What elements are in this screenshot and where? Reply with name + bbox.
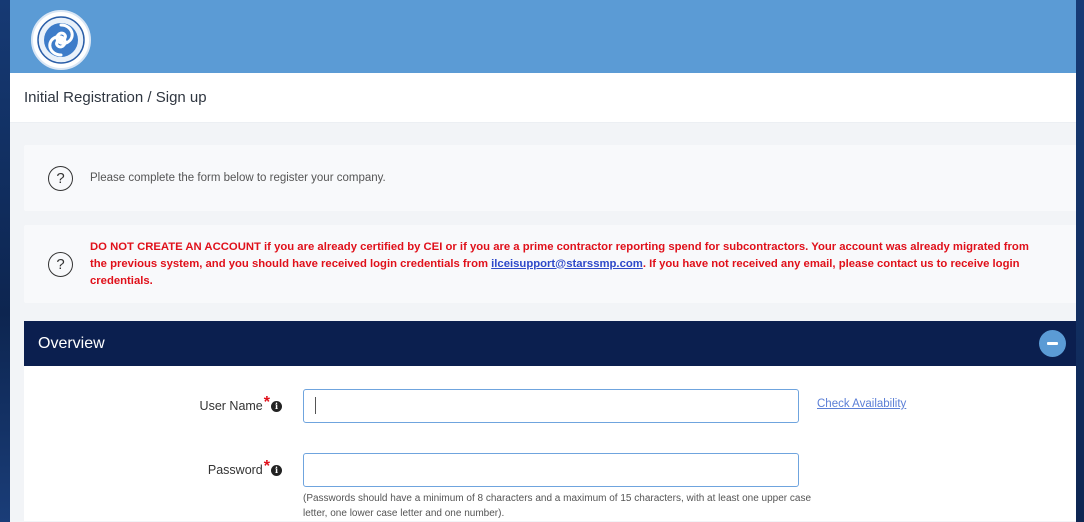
- username-label: User Name * i: [199, 394, 282, 413]
- background-right: [1076, 0, 1084, 522]
- password-hint: (Passwords should have a minimum of 8 ch…: [303, 493, 812, 519]
- info-icon[interactable]: i: [271, 464, 282, 476]
- background-left: [0, 0, 10, 522]
- state-seal-logo[interactable]: [31, 10, 91, 70]
- help-icon: ?: [48, 251, 73, 277]
- main-content: ? Please complete the form below to regi…: [10, 123, 1076, 522]
- password-label-text: Password: [207, 463, 263, 477]
- info-notice: ? Please complete the form below to regi…: [24, 145, 1076, 211]
- state-seal-swirl-icon: [37, 16, 85, 64]
- info-notice-text: Please complete the form below to regist…: [90, 172, 386, 184]
- top-header-bar: [10, 0, 1076, 73]
- info-icon[interactable]: i: [271, 400, 282, 412]
- overview-panel-header[interactable]: Overview: [24, 321, 1076, 366]
- overview-title: Overview: [38, 334, 105, 352]
- text-cursor: [315, 397, 316, 414]
- required-asterisk: *: [263, 394, 270, 411]
- password-label: Password * i: [207, 458, 282, 477]
- username-input[interactable]: [303, 389, 799, 423]
- registration-page: Initial Registration / Sign up ? Please …: [10, 0, 1076, 522]
- warning-notice-text: DO NOT CREATE AN ACCOUNT if you are alre…: [90, 239, 1040, 290]
- required-asterisk: *: [263, 458, 270, 475]
- help-icon: ?: [48, 165, 73, 191]
- warning-notice: ? DO NOT CREATE AN ACCOUNT if you are al…: [24, 225, 1076, 303]
- page-title: Initial Registration / Sign up: [24, 89, 207, 106]
- check-availability-link[interactable]: Check Availability: [817, 398, 906, 410]
- breadcrumb: Initial Registration / Sign up: [10, 73, 1076, 123]
- password-input[interactable]: [303, 453, 799, 487]
- overview-panel: Overview User Name * i Check Availabilit…: [24, 321, 1076, 521]
- support-email-link[interactable]: ilceisupport@starssmp.com: [491, 258, 643, 270]
- username-label-text: User Name: [199, 399, 263, 413]
- minus-circle-icon[interactable]: [1039, 330, 1066, 357]
